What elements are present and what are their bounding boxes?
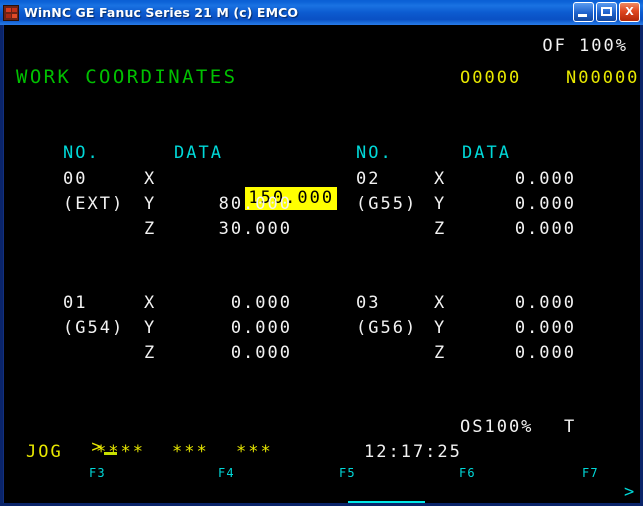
- coordinate-value-cell[interactable]: 0.000: [456, 194, 576, 214]
- axis-label-x: X: [434, 293, 447, 313]
- application-icon: [3, 4, 19, 21]
- column-header-no-left: NO.: [63, 143, 100, 163]
- bracket-open-icon: (: [89, 502, 101, 503]
- tool-indicator: T: [564, 417, 577, 437]
- clock-time: 12:17:25: [364, 442, 462, 462]
- group-number: 03: [356, 293, 381, 313]
- softkey-oprt[interactable]: ((OPRT)): [516, 482, 640, 503]
- application-window: WinNC GE Fanuc Series 21 M (c) EMCO X OF…: [0, 0, 643, 506]
- coordinate-value-cell[interactable]: 0.000: [456, 343, 576, 363]
- maximize-button[interactable]: [596, 2, 617, 22]
- bracket-open-icon: (: [213, 502, 225, 503]
- axis-label-y: Y: [144, 194, 157, 214]
- column-header-data-left: DATA: [174, 143, 223, 163]
- axis-label-y: Y: [144, 318, 157, 338]
- axis-label-z: Z: [144, 343, 157, 363]
- softkey-next-page-icon[interactable]: >: [624, 482, 636, 502]
- fkey-hint-f6: F6: [459, 466, 476, 480]
- coordinate-value-cell[interactable]: 0.000: [456, 169, 576, 189]
- axis-label-x: X: [144, 169, 157, 189]
- axis-label-y: Y: [434, 318, 447, 338]
- coordinate-value-cell[interactable]: 30.000: [172, 219, 292, 239]
- axis-label-x: X: [434, 169, 447, 189]
- group-number: 01: [63, 293, 88, 313]
- group-number: 00: [63, 169, 88, 189]
- column-header-no-right: NO.: [356, 143, 393, 163]
- column-header-data-right: DATA: [462, 143, 511, 163]
- coordinate-value-cell[interactable]: 0.000: [456, 318, 576, 338]
- alarm-flags-1: ****: [96, 442, 145, 462]
- coordinate-value-cell[interactable]: 0.000: [456, 293, 576, 313]
- bracket-open-icon: (: [453, 502, 465, 503]
- fkey-hint-f3: F3: [89, 466, 106, 480]
- fkey-hint-f4: F4: [218, 466, 235, 480]
- alarm-flags-3: ***: [236, 442, 273, 462]
- minimize-icon: [578, 14, 587, 17]
- window-controls: X: [573, 2, 640, 22]
- coordinate-value-cell[interactable]: 0.000: [172, 343, 292, 363]
- group-code: (G54): [63, 318, 125, 338]
- feed-override-indicator: OF 100%: [542, 36, 628, 56]
- softkey-label: (OPRT): [602, 502, 640, 503]
- group-code: (EXT): [63, 194, 125, 214]
- group-number: 02: [356, 169, 381, 189]
- group-code: (G56): [356, 318, 418, 338]
- fkey-hint-f7: F7: [582, 466, 599, 480]
- bracket-open-icon: (: [589, 502, 601, 503]
- axis-label-y: Y: [434, 194, 447, 214]
- axis-label-z: Z: [144, 219, 157, 239]
- fkey-hint-f5: F5: [339, 466, 356, 480]
- alarm-flags-2: ***: [172, 442, 209, 462]
- machine-mode: JOG: [26, 442, 63, 462]
- program-number: O0000: [460, 68, 522, 88]
- maximize-icon: [601, 7, 612, 16]
- page-title: WORK COORDINATES: [16, 66, 238, 88]
- axis-label-z: Z: [434, 343, 447, 363]
- close-button[interactable]: X: [619, 2, 640, 22]
- coordinate-value-cell[interactable]: 80.000: [172, 194, 292, 214]
- coordinate-value-cell[interactable]: 0.000: [456, 219, 576, 239]
- cnc-display-screen: OF 100% WORK COORDINATES O0000 N00000 NO…: [3, 25, 640, 503]
- group-code: (G55): [356, 194, 418, 214]
- coordinate-value-cell[interactable]: 0.000: [172, 293, 292, 313]
- close-icon: X: [625, 5, 634, 18]
- bracket-open-icon: (: [333, 502, 345, 503]
- coordinate-value-cell[interactable]: 0.000: [172, 318, 292, 338]
- axis-label-z: Z: [434, 219, 447, 239]
- minimize-button[interactable]: [573, 2, 594, 22]
- sequence-number: N00000: [566, 68, 640, 88]
- spindle-override-indicator: OS100%: [460, 417, 534, 437]
- window-title: WinNC GE Fanuc Series 21 M (c) EMCO: [24, 5, 299, 20]
- axis-label-x: X: [144, 293, 157, 313]
- title-bar: WinNC GE Fanuc Series 21 M (c) EMCO X: [0, 0, 643, 25]
